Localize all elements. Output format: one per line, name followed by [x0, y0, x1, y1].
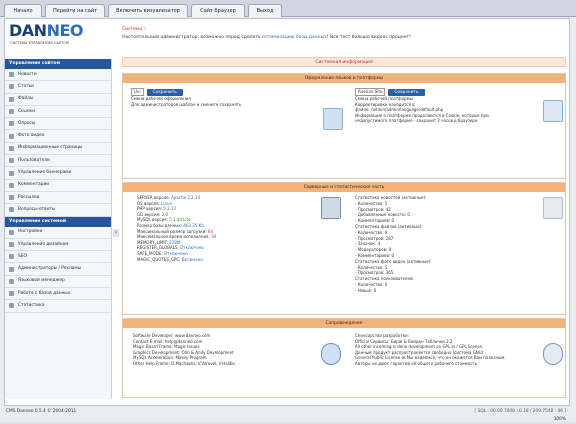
pages-icon: [9, 145, 14, 151]
design-select[interactable]: Uni: [131, 88, 144, 96]
platform-select[interactable]: Russian Site: [355, 88, 386, 96]
faq-icon: [9, 207, 14, 213]
mail-icon: [9, 195, 14, 201]
block-title: Серверные и статистические часть: [123, 183, 565, 192]
optimize-db-link[interactable]: оптимизацию базы данных: [262, 35, 327, 40]
sidebar-item-comments[interactable]: Комментарии: [5, 180, 111, 192]
gear-icon: [9, 229, 14, 235]
comments-icon: [9, 182, 14, 188]
platform-note-5: недопустимого платформе - сохранит 2 час…: [355, 118, 478, 124]
gear-icon: [321, 343, 341, 365]
browser-window: Начало Перейти на сайт Включить визуализ…: [0, 0, 576, 422]
banners-icon: [9, 170, 14, 176]
design-note-2: Для администраторов шаблон и смените сох…: [131, 101, 242, 107]
database-icon: [9, 291, 14, 297]
tab-start[interactable]: Начало: [4, 4, 42, 17]
zoom-level[interactable]: 100%: [554, 416, 566, 424]
news-icon: [9, 72, 14, 78]
document-icon: [543, 100, 563, 122]
links-icon: [9, 109, 14, 115]
support-block: Сопровождение Software Developer: www.da…: [122, 318, 566, 398]
sidebar-item-photo[interactable]: Фото видео: [5, 130, 111, 143]
sidebar-collapse-toggle[interactable]: ‹: [113, 229, 119, 237]
sidebar-item-statistics[interactable]: Статистика: [5, 300, 111, 313]
breadcrumb: Система ::: [122, 27, 147, 32]
design-brush-icon: [323, 108, 343, 130]
articles-icon: [9, 84, 14, 90]
tab-visualizer[interactable]: Включить визуализатор: [108, 4, 188, 17]
polls-icon: [9, 121, 14, 127]
sidebar-item-news[interactable]: Новости: [5, 69, 111, 82]
sidebar-item-admins[interactable]: Администраторы / Рекламы: [5, 263, 111, 276]
design-language-block: Оформление языков и платформы Uni Сохрани…: [122, 73, 566, 179]
sidebar-item-database[interactable]: Работа с базой данных: [5, 288, 111, 301]
admins-icon: [9, 266, 14, 272]
sidebar-item-settings[interactable]: Настройки: [5, 227, 111, 239]
tab-site-browser[interactable]: Сайт браузер: [191, 4, 245, 17]
recycle-icon: [543, 343, 563, 365]
sidebar-item-users[interactable]: Пользователи: [5, 155, 111, 168]
statistics-icon: [9, 303, 14, 309]
sidebar-item-mailing[interactable]: Рассылки: [5, 192, 111, 205]
design-icon: [9, 242, 14, 247]
sidebar: Управление сайтом Новости Статьи Файлы С…: [5, 59, 112, 399]
block-title: Оформление языков и платформы: [123, 74, 565, 83]
tab-exit[interactable]: Выход: [248, 4, 282, 17]
sidebar-item-polls[interactable]: Опросы: [5, 118, 111, 131]
sidebar-item-faq[interactable]: Вопросы-ответы: [5, 204, 111, 217]
sidebar-section-system: Управление системой: [5, 216, 111, 227]
block-title: Сопровождение: [123, 319, 565, 328]
sidebar-item-links[interactable]: Ссылки: [5, 106, 111, 119]
sidebar-item-language[interactable]: Языковой менеджер: [5, 276, 111, 289]
system-info-header: Системная информация: [122, 57, 566, 67]
sql-timing: [ SQL : 00.00.7000 : 0.18 / 209.7548 : 4…: [474, 409, 566, 414]
server-stats-block: Серверные и статистические часть SERVER …: [122, 182, 566, 315]
sidebar-section-site: Управление сайтом: [5, 59, 111, 69]
db-optimize-notice: Настоятельный администратор, возможно пе…: [122, 35, 411, 40]
admin-page: DANNEO СИСТЕМА УПРАВЛЕНИЯ САЙТОМ Управле…: [4, 18, 570, 406]
seo-icon: [9, 254, 14, 260]
sidebar-item-files[interactable]: Файлы: [5, 94, 111, 106]
tab-bar: Начало Перейти на сайт Включить визуализ…: [0, 0, 576, 17]
cms-version: CMS Danneo 0.5.4 © 2004-2011: [6, 409, 77, 414]
save-platform-button[interactable]: Сохранить: [388, 89, 425, 96]
logo-tagline: СИСТЕМА УПРАВЛЕНИЯ САЙТОМ: [10, 41, 70, 45]
sidebar-item-articles[interactable]: Статьи: [5, 81, 111, 94]
sidebar-item-pages[interactable]: Информационные страницы: [5, 143, 111, 156]
support-credits: Software Developer: www.danneo.com Conta…: [133, 333, 235, 366]
bar-chart-icon: [543, 197, 563, 219]
status-bar: CMS Danneo 0.5.4 © 2004-2011 [ SQL : 00.…: [4, 406, 570, 422]
users-icon: [9, 158, 14, 164]
photo-icon: [9, 133, 14, 139]
sidebar-item-design[interactable]: Управление дизайном: [5, 239, 111, 252]
sidebar-item-seo[interactable]: SEO: [5, 251, 111, 264]
support-license: Спонсорство разработки: Official Сервисы…: [355, 333, 506, 366]
logo: DANNEO: [9, 21, 83, 40]
content-stats: Статистика новостей (активные): - Количе…: [355, 195, 432, 293]
tab-go-site[interactable]: Перейти на сайт: [45, 4, 105, 17]
files-icon: [9, 96, 14, 102]
save-design-button[interactable]: Сохранить: [146, 89, 183, 96]
server-icon: [321, 197, 341, 219]
language-icon: [9, 278, 14, 284]
main-content: Система :: Настоятельный администратор, …: [122, 27, 566, 402]
sidebar-item-banners[interactable]: Управление баннерами: [5, 167, 111, 180]
